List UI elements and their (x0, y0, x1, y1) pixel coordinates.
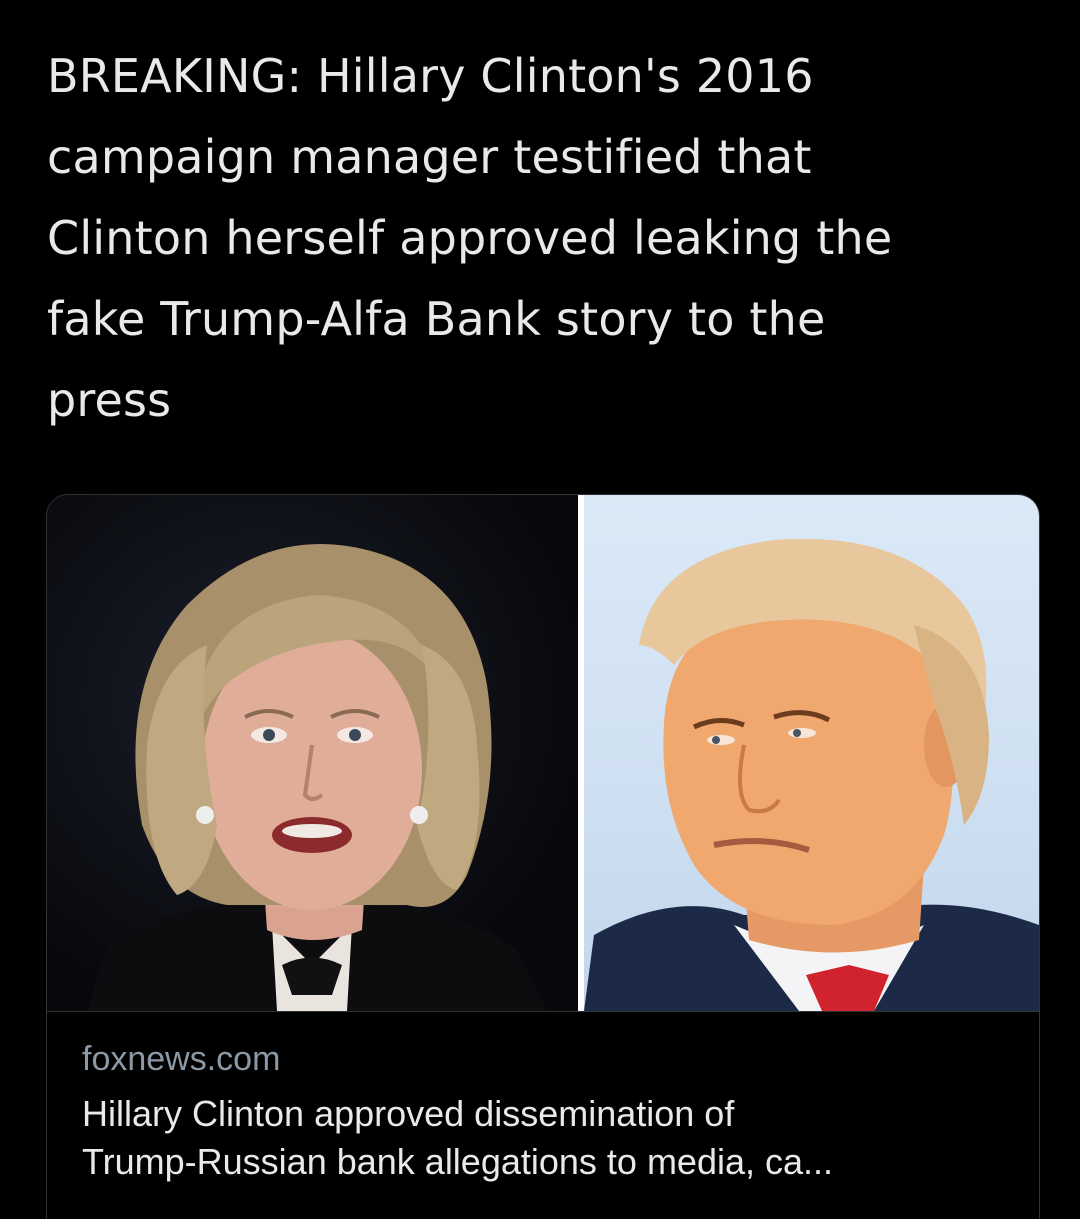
card-media[interactable] (47, 495, 1039, 1011)
card-title-line: Trump-Russian bank allegations to media,… (82, 1141, 834, 1182)
right-portrait-photo (584, 495, 1039, 1011)
tweet-line: press (47, 373, 172, 427)
tweet-line: fake Trump-Alfa Bank story to the (47, 292, 826, 346)
card-title: Hillary Clinton approved dissemination o… (82, 1090, 1012, 1186)
card-domain: foxnews.com (82, 1040, 281, 1078)
tweet-text: BREAKING: Hillary Clinton's 2016 campaig… (47, 36, 1047, 441)
tweet-line: BREAKING: Hillary Clinton's 2016 (47, 49, 814, 103)
left-portrait-photo (47, 495, 578, 1011)
right-portrait-illustration (584, 538, 1039, 1011)
card-footer[interactable]: foxnews.com Hillary Clinton approved dis… (47, 1011, 1039, 1219)
tweet-line: Clinton herself approved leaking the (47, 211, 893, 265)
card-title-line: Hillary Clinton approved dissemination o… (82, 1093, 735, 1134)
tweet-line: campaign manager testified that (47, 130, 812, 184)
left-portrait-illustration (87, 544, 547, 1011)
link-preview-card[interactable]: foxnews.com Hillary Clinton approved dis… (46, 494, 1040, 1219)
